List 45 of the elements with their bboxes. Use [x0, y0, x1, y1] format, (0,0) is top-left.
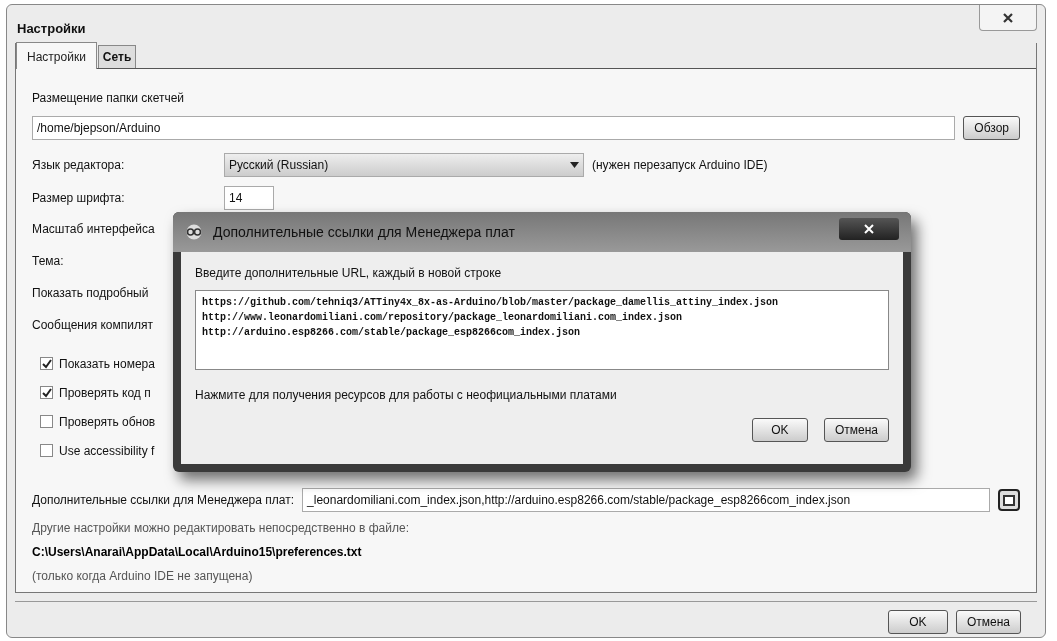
checkbox[interactable]: [40, 357, 53, 370]
tab[interactable]: Сеть: [97, 45, 137, 68]
caret-icon: [570, 162, 579, 168]
sketchbook-field[interactable]: /home/bjepson/Arduino: [32, 116, 956, 140]
browse-button[interactable]: Обзор: [963, 116, 1020, 140]
field-label: Дополнительные ссылки для Менеджера плат:: [32, 492, 295, 509]
language-dropdown[interactable]: Русский (Russian): [224, 153, 584, 177]
field-label: Язык редактора:: [32, 157, 126, 174]
note-text: Другие настройки можно редактировать непосредственно в файле:: [32, 520, 410, 537]
field-label: Тема:: [32, 253, 64, 270]
field-label: Размер шрифта:: [32, 190, 126, 207]
checkbox[interactable]: [40, 444, 53, 457]
board-urls-field[interactable]: _leonardomiliani.com_index.json,http://arduino.esp8266.com/stable/package_esp8266com_index.json: [302, 488, 990, 512]
dialog-prompt: Введите дополнительные URL, каждый в новой строке: [195, 265, 503, 282]
close-icon: [1002, 11, 1014, 24]
close-button[interactable]: [979, 5, 1037, 31]
url-line: http://www.leonardomiliani.com/repository/package_leonardomiliani.com_index.json: [202, 311, 684, 325]
dialog-button[interactable]: Отмена: [823, 418, 889, 442]
window-icon[interactable]: [998, 489, 1020, 511]
field-label: Размещение папки скетчей: [32, 90, 185, 107]
window-title: Настройки: [17, 20, 86, 38]
url-line: https://github.com/tehniq3/ATTiny4x_8x-as-Arduino/blob/master/package_damellis_attiny_index.json: [202, 296, 780, 310]
checkbox-label: Показать номера: [59, 355, 155, 373]
url-textarea[interactable]: [195, 290, 889, 370]
url-line: http://arduino.esp8266.com/stable/package_esp8266com_index.json: [202, 326, 582, 340]
checkbox[interactable]: [40, 386, 53, 399]
checkbox-label: Use accessibility f: [59, 442, 155, 460]
dialog-button[interactable]: OK: [887, 610, 948, 634]
field-label: Масштаб интерфейса: [32, 221, 155, 238]
dialog-button[interactable]: Отмена: [955, 610, 1021, 634]
checkbox[interactable]: [40, 415, 53, 428]
dialog-button[interactable]: OK: [751, 418, 808, 442]
field-label: Показать подробный: [32, 285, 149, 302]
unofficial-boards-link[interactable]: Нажмите для получения ресурсов для работы с неофициальными платами: [195, 386, 889, 404]
dialog-title: Дополнительные ссылки для Менеджера плат: [213, 222, 515, 242]
close-icon: [864, 224, 874, 234]
note-text: (только когда Arduino IDE не запущена): [32, 568, 254, 585]
font-size-field[interactable]: 14: [224, 186, 274, 210]
file-path: C:\Users\Anarai\AppData\Local\Arduino15\preferences.txt: [32, 544, 363, 561]
dialog-close-button[interactable]: [839, 218, 899, 240]
tab[interactable]: Настройки: [16, 42, 97, 69]
checkbox-label: Проверять обнов: [59, 413, 156, 431]
restart-note: (нужен перезапуск Arduino IDE): [592, 157, 768, 174]
field-label: Сообщения компилят: [32, 317, 153, 334]
checkbox-label: Проверять код п: [59, 384, 151, 402]
